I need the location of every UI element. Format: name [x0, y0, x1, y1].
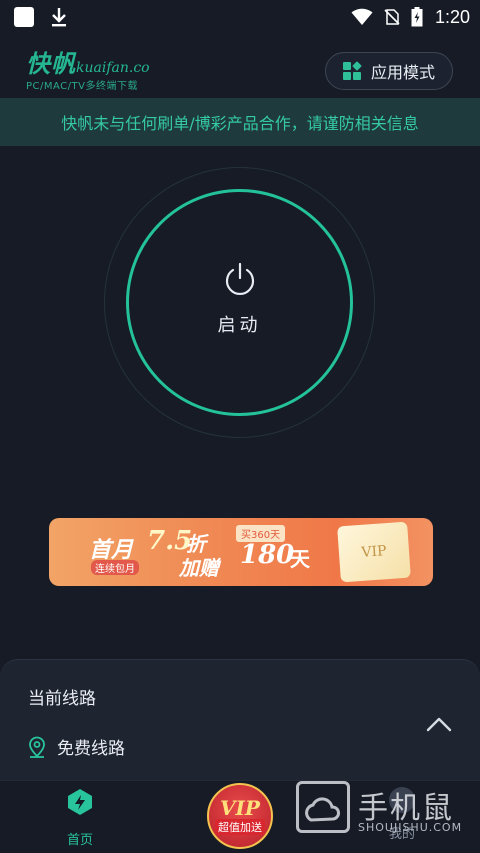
- notice-banner: 快帆未与任何刷单/博彩产品合作，请谨防相关信息: [0, 98, 480, 146]
- route-sheet[interactable]: 当前线路 免费线路: [0, 659, 480, 789]
- current-route[interactable]: 免费线路: [27, 734, 125, 759]
- battery-charging-icon: [411, 7, 423, 27]
- chevron-up-icon[interactable]: [426, 712, 452, 738]
- start-button[interactable]: 启动: [126, 189, 353, 416]
- nav-item-vip[interactable]: VIP 超值加送: [207, 783, 273, 849]
- wifi-icon: [351, 8, 373, 25]
- banner-days: 180: [240, 540, 295, 570]
- cloud-icon: [305, 797, 340, 822]
- download-icon: [52, 8, 66, 27]
- no-sim-icon: [384, 9, 400, 25]
- nav-item-home[interactable]: 首页: [50, 787, 110, 848]
- grid-icon: [342, 61, 362, 80]
- status-time: 1:20: [434, 6, 470, 27]
- home-bolt-icon: [68, 789, 92, 815]
- banner-monthly-tag: 连续包月: [91, 560, 139, 575]
- status-bar-left: [14, 7, 68, 27]
- watermark: 手机鼠 SHOUJISHU.COM: [296, 781, 466, 841]
- nav-vip-text: VIP: [220, 796, 260, 820]
- route-name: 免费线路: [57, 739, 125, 759]
- nav-vip-sub: 超值加送: [215, 819, 265, 835]
- app-logo: 快帆 kuaifan.co PC/MAC/TV多终端下载: [26, 44, 150, 92]
- status-bar: 1:20: [0, 0, 480, 34]
- power-icon: [225, 262, 254, 295]
- vip-card-text: VIP: [360, 543, 388, 561]
- banner-tian: 天: [290, 547, 310, 571]
- status-bar-right: 1:20: [351, 7, 470, 28]
- watermark-en: SHOUJISHU.COM: [358, 821, 463, 834]
- route-sheet-title: 当前线路: [28, 689, 96, 709]
- logo-en: kuaifan.co: [76, 60, 150, 76]
- app-mode-button[interactable]: 应用模式: [325, 52, 453, 90]
- app-mode-label: 应用模式: [370, 63, 435, 82]
- watermark-logo: [296, 781, 350, 833]
- start-label: 启动: [217, 314, 262, 336]
- nav-home-label: 首页: [66, 833, 93, 848]
- location-pin-icon: [29, 736, 45, 758]
- power-area: 启动: [104, 167, 375, 438]
- logo-subtitle: PC/MAC/TV多终端下载: [26, 81, 138, 92]
- notification-square-icon: [14, 7, 34, 27]
- logo-cn: 快帆: [26, 50, 76, 78]
- app-header: 快帆 kuaifan.co PC/MAC/TV多终端下载 应用模式: [0, 40, 480, 98]
- notice-text: 快帆未与任何刷单/博彩产品合作，请谨防相关信息: [61, 114, 419, 133]
- banner-bonus: 加赠: [179, 556, 219, 580]
- promo-banner[interactable]: 首月 连续包月 7.5 折 加赠 买360天 180 天 VIP: [49, 518, 433, 586]
- vip-card-graphic: VIP: [337, 521, 411, 583]
